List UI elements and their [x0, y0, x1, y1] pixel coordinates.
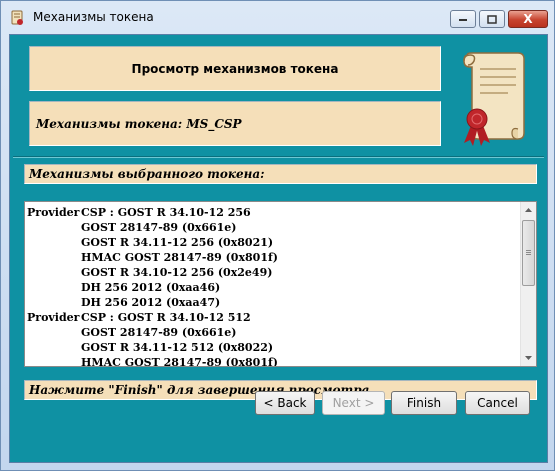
certificate-scroll-icon	[454, 47, 532, 147]
header-separator	[13, 156, 544, 158]
page-title: Просмотр механизмов токена	[29, 46, 441, 91]
mechanism-text: CSP : GOST R 34.10-12 512	[81, 311, 251, 324]
vertical-scrollbar[interactable]	[520, 202, 536, 366]
provider-prefix: Provider	[27, 206, 80, 219]
list-item: GOST R 34.11-12 512 (0x8022)	[27, 340, 517, 355]
token-label: Механизмы токена: MS_CSP	[29, 101, 441, 146]
mechanism-text: GOST 28147-89 (0x661e)	[81, 326, 237, 339]
mechanism-text: HMAC GOST 28147-89 (0x801f)	[81, 251, 278, 264]
mechanism-text: GOST R 34.11-12 512 (0x8022)	[81, 341, 274, 354]
scroll-up-button[interactable]	[521, 202, 536, 218]
list-item: HMAC GOST 28147-89 (0x801f)	[27, 250, 517, 265]
list-item: GOST R 34.10-12 256 (0x2e49)	[27, 265, 517, 280]
mechanism-text: GOST 28147-89 (0x661e)	[81, 221, 237, 234]
mechanism-text: GOST R 34.11-12 256 (0x8021)	[81, 236, 274, 249]
list-item: GOST 28147-89 (0x661e)	[27, 325, 517, 340]
minimize-button[interactable]	[450, 10, 476, 28]
mechanisms-list-content: Provider CSP : GOST R 34.10-12 256 GOST 28…	[27, 205, 517, 367]
list-item: Provider CSP : GOST R 34.10-12 256	[27, 205, 517, 220]
scroll-icon	[9, 10, 25, 26]
cancel-button[interactable]: Cancel	[465, 391, 530, 415]
close-button[interactable]: X	[508, 10, 548, 28]
maximize-button[interactable]	[479, 10, 505, 28]
list-item: GOST R 34.11-12 256 (0x8021)	[27, 235, 517, 250]
list-item: HMAC GOST 28147-89 (0x801f)	[27, 355, 517, 367]
scroll-down-button[interactable]	[521, 350, 536, 366]
back-button[interactable]: < Back	[255, 391, 315, 415]
list-item: GOST 28147-89 (0x661e)	[27, 220, 517, 235]
triangle-up-icon	[525, 208, 532, 212]
scrollbar-thumb[interactable]	[522, 220, 535, 286]
mechanisms-list[interactable]: Provider CSP : GOST R 34.10-12 256 GOST 28…	[24, 201, 537, 367]
mechanism-text: CSP : GOST R 34.10-12 256	[81, 206, 251, 219]
window-title: Механизмы токена	[33, 10, 154, 24]
minimize-icon	[459, 19, 467, 21]
mechanism-text: DH 256 2012 (0xaa47)	[81, 296, 221, 309]
mechanisms-label: Механизмы выбранного токена:	[24, 164, 537, 184]
list-item: Provider CSP : GOST R 34.10-12 512	[27, 310, 517, 325]
list-item: DH 256 2012 (0xaa47)	[27, 295, 517, 310]
mechanism-text: GOST R 34.10-12 256 (0x2e49)	[81, 266, 273, 279]
mechanism-text: DH 256 2012 (0xaa46)	[81, 281, 221, 294]
maximize-icon	[487, 14, 497, 24]
list-item: DH 256 2012 (0xaa46)	[27, 280, 517, 295]
close-icon: X	[523, 12, 533, 26]
mechanism-text: HMAC GOST 28147-89 (0x801f)	[81, 356, 278, 367]
wizard-window: Механизмы токена X Просмотр механизмов т…	[0, 0, 555, 471]
title-bar[interactable]: Механизмы токена X	[1, 1, 554, 35]
finish-button[interactable]: Finish	[391, 391, 457, 415]
triangle-down-icon	[525, 356, 532, 360]
next-button[interactable]: Next >	[322, 391, 385, 415]
provider-prefix: Provider	[27, 311, 80, 324]
